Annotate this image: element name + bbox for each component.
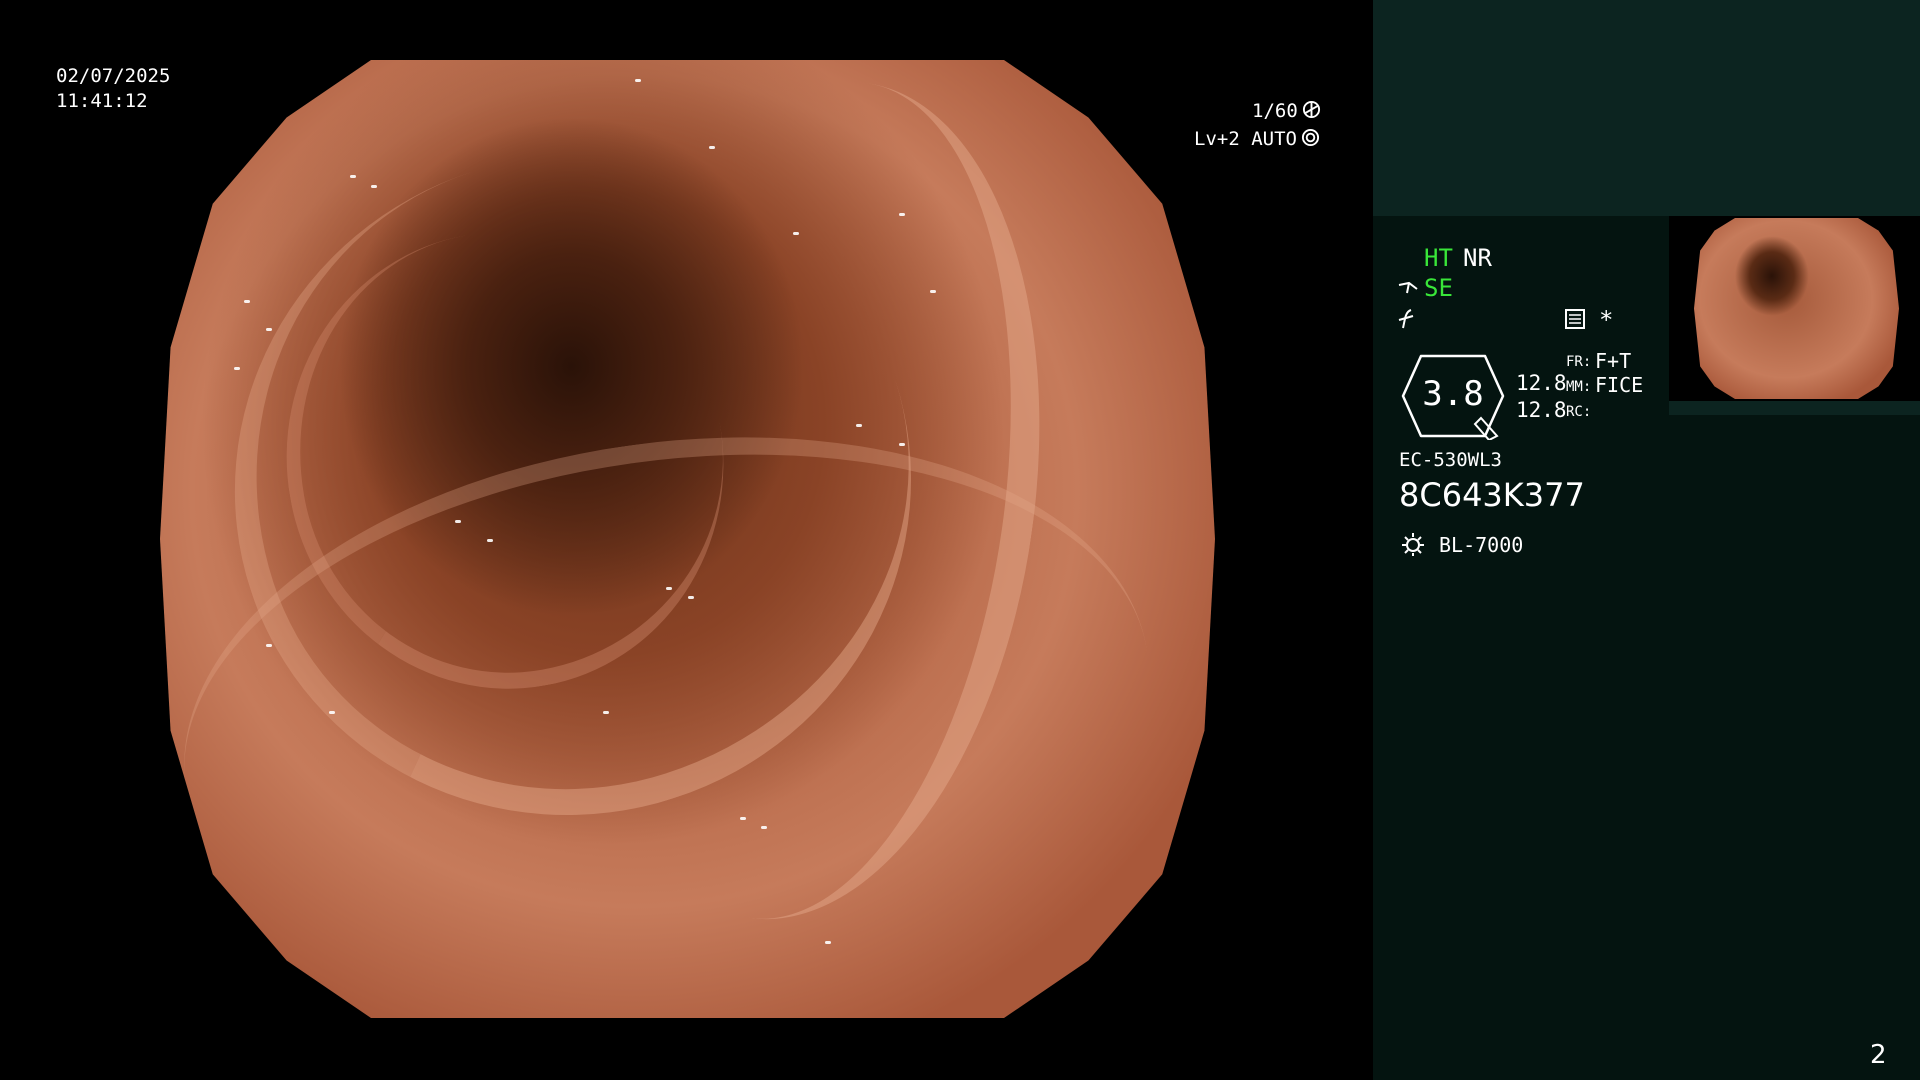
value-line-1: 12.8	[1516, 371, 1567, 395]
level-value: Lv+2 AUTO	[1194, 128, 1297, 150]
zoom-gauge: 3.8	[1399, 352, 1507, 440]
endoscope-live-image	[160, 60, 1215, 1018]
se-indicator: SE	[1424, 274, 1453, 302]
shutter-value: 1/60	[1252, 100, 1298, 122]
ht-indicator: HT	[1424, 244, 1453, 272]
shutter-readout: 1/60	[1252, 99, 1321, 125]
light-reflection	[487, 539, 494, 542]
capture-thumbnail[interactable]	[1669, 216, 1920, 401]
light-source-model: BL-7000	[1439, 533, 1524, 557]
light-reflection	[634, 79, 641, 83]
value-line-2: 12.8	[1516, 398, 1567, 422]
light-reflection	[265, 328, 272, 332]
gauge-value: 3.8	[1422, 374, 1484, 414]
page-number: 2	[1870, 1040, 1887, 1070]
light-reflection	[233, 366, 240, 370]
light-reflection	[666, 586, 673, 590]
exam-time: 11:41:12	[56, 90, 148, 112]
scope-tip-icon	[1397, 277, 1421, 301]
memory-icon	[1564, 308, 1586, 334]
light-reflection	[708, 146, 715, 150]
exam-date: 02/07/2025	[56, 65, 171, 87]
light-reflection	[740, 816, 747, 820]
iris-icon	[1301, 128, 1320, 153]
light-reflection	[824, 941, 831, 945]
fr-label: FR:	[1566, 354, 1592, 370]
light-reflection	[455, 519, 462, 523]
mm-value: FICE	[1595, 373, 1644, 397]
rc-label: RC:	[1566, 404, 1592, 420]
fr-value: F+T	[1595, 349, 1632, 373]
light-reflection	[856, 424, 863, 428]
light-reflection	[371, 184, 377, 188]
light-source-icon	[1399, 530, 1427, 562]
mm-label: MM:	[1566, 379, 1592, 395]
endoscope-video-area: 02/07/2025 11:41:12 1/60 Lv+2 AUTO	[0, 0, 1373, 1080]
shutter-icon	[1302, 100, 1321, 125]
thumbnail-status-bar	[1669, 401, 1920, 415]
freeze-icon	[1397, 308, 1417, 334]
nr-indicator: NR	[1463, 244, 1492, 272]
light-reflection	[898, 213, 905, 217]
light-reflection	[244, 299, 251, 303]
panel-header-block	[1373, 0, 1920, 216]
star-indicator: *	[1599, 306, 1614, 334]
scope-model: EC-530WL3	[1399, 449, 1502, 471]
light-reflection	[898, 443, 905, 447]
light-reflection	[349, 174, 356, 178]
scope-serial: 8C643K377	[1399, 476, 1585, 514]
light-reflection	[930, 289, 937, 293]
endoscopy-screen: 02/07/2025 11:41:12 1/60 Lv+2 AUTO HT NR…	[0, 0, 1920, 1080]
thumbnail-image	[1694, 218, 1899, 399]
light-reflection	[265, 644, 272, 648]
level-readout: Lv+2 AUTO	[1194, 127, 1320, 153]
info-side-panel: HT NR SE * 3.8 12.8 12.8 FR: F+T MM: FIC…	[1373, 0, 1920, 1080]
